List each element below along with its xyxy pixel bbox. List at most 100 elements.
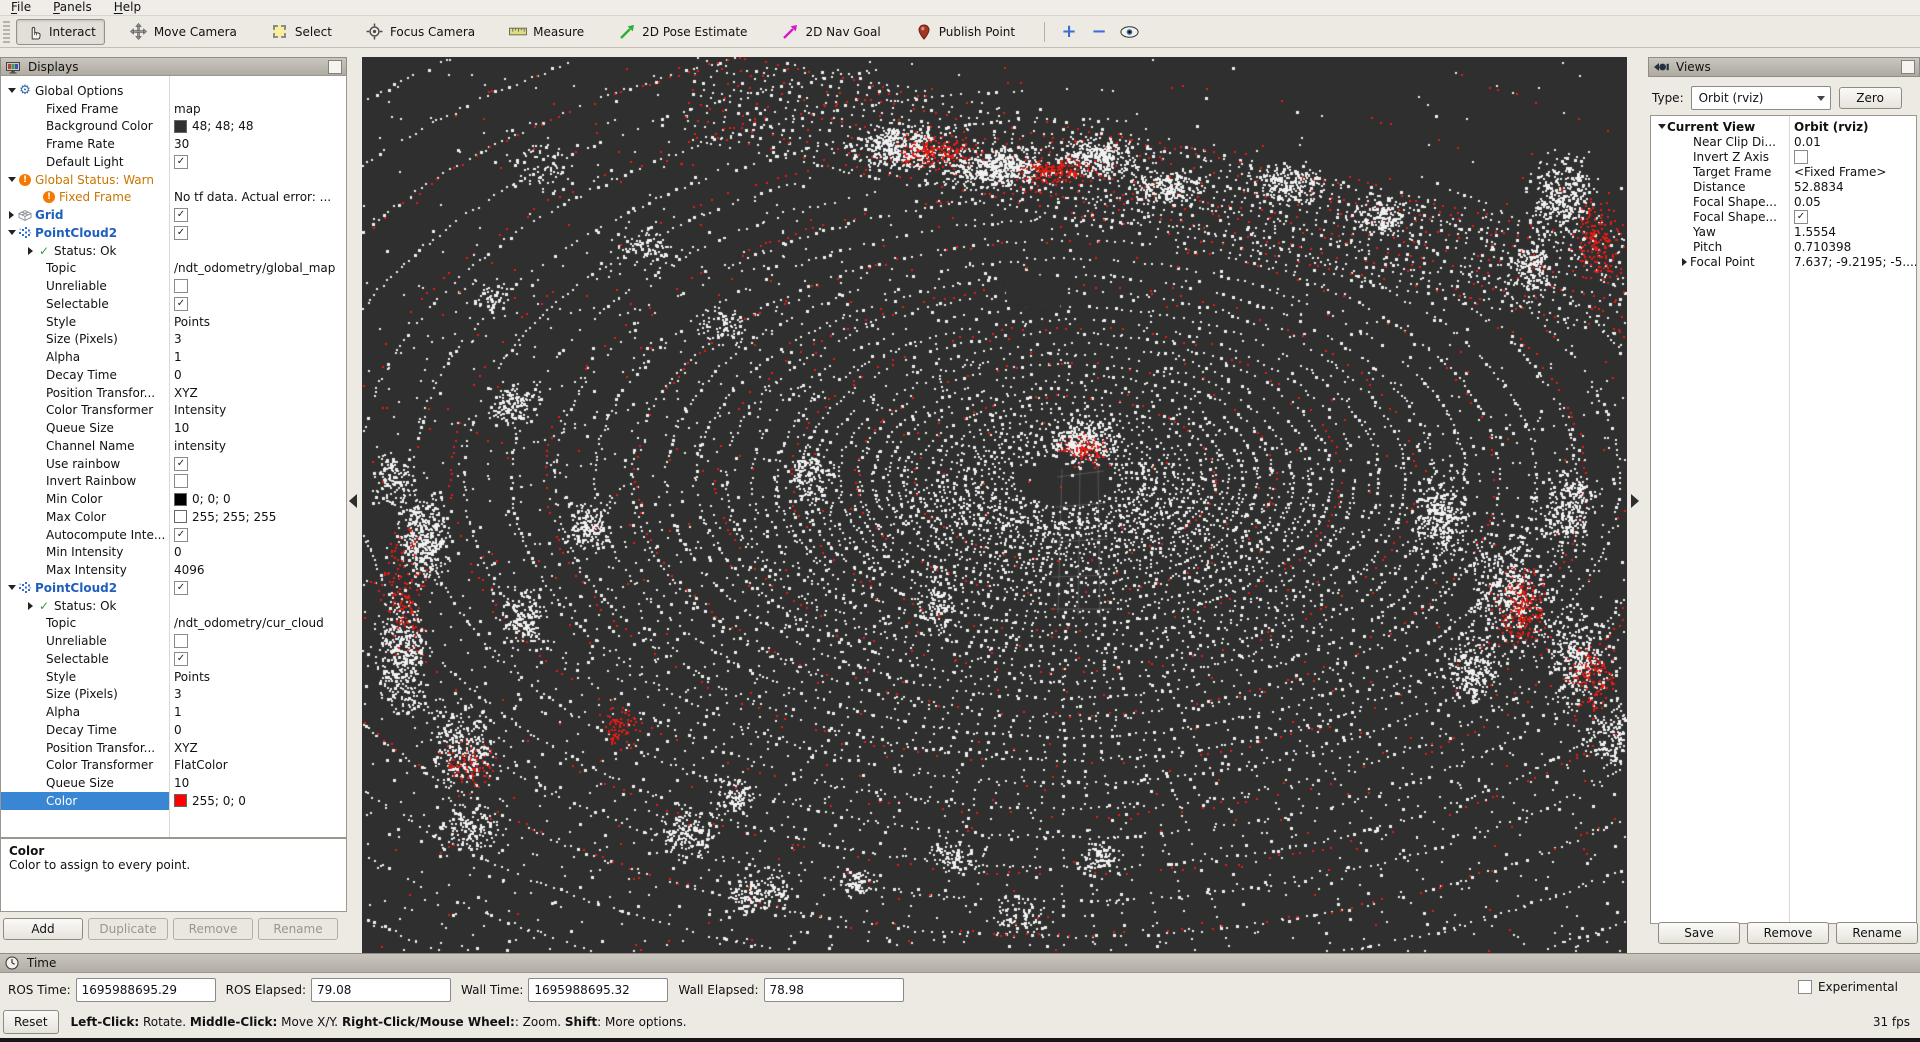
property-value[interactable]: 0.01 — [1789, 134, 1916, 149]
tree-row-position-transfor-[interactable]: Position Transfor...XYZ — [1, 739, 346, 757]
menu-item-panels[interactable]: Panels — [42, 0, 103, 15]
property-value[interactable]: map — [169, 100, 346, 118]
tree-row-unreliable[interactable]: Unreliable — [1, 277, 346, 295]
property-value[interactable]: Points — [169, 668, 346, 686]
property-value[interactable] — [169, 632, 346, 650]
property-value[interactable]: Intensity — [169, 402, 346, 420]
tree-row-invert-rainbow[interactable]: Invert Rainbow — [1, 473, 346, 491]
tree-row-max-color[interactable]: Max Color255; 255; 255 — [1, 508, 346, 526]
property-value[interactable]: 0 — [169, 721, 346, 739]
property-value[interactable]: 0 — [169, 544, 346, 562]
expander-closed-icon[interactable] — [25, 602, 36, 610]
tree-row-autocompute-inte-[interactable]: Autocompute Inte...✓ — [1, 526, 346, 544]
property-value[interactable]: 0; 0; 0 — [169, 490, 346, 508]
expander-open-icon[interactable] — [6, 585, 17, 590]
property-value[interactable]: 1.5554 — [1789, 224, 1916, 239]
checkbox-checked[interactable]: ✓ — [174, 208, 188, 222]
property-value[interactable] — [169, 242, 346, 260]
tree-row-decay-time[interactable]: Decay Time0 — [1, 721, 346, 739]
tree-row-topic[interactable]: Topic/ndt_odometry/global_map — [1, 260, 346, 278]
tree-row-decay-time[interactable]: Decay Time0 — [1, 366, 346, 384]
property-value[interactable]: FlatColor — [169, 757, 346, 775]
menu-item-file[interactable]: File — [0, 0, 42, 15]
property-value[interactable]: 0 — [169, 366, 346, 384]
tree-row-focal-point[interactable]: Focal Point7.637; -9.2195; -5.... — [1651, 254, 1916, 269]
property-value[interactable]: XYZ — [169, 739, 346, 757]
tool-move-camera[interactable]: Move Camera — [121, 19, 246, 45]
remove-button[interactable]: Remove — [1747, 922, 1829, 944]
tool-interact[interactable]: Interact — [16, 19, 105, 45]
save-button[interactable]: Save — [1658, 922, 1740, 944]
tree-row-color[interactable]: Color255; 0; 0 — [1, 792, 346, 810]
tree-row-max-intensity[interactable]: Max Intensity4096 — [1, 561, 346, 579]
checkbox-checked[interactable]: ✓ — [174, 528, 188, 542]
property-value[interactable]: 52.8834 — [1789, 179, 1916, 194]
checkbox-checked[interactable]: ✓ — [174, 652, 188, 666]
menu-item-help[interactable]: Help — [103, 0, 152, 15]
tool-2d-pose-estimate[interactable]: 2D Pose Estimate — [609, 19, 756, 45]
property-value[interactable]: ✓ — [1789, 209, 1916, 224]
tool-publish-point[interactable]: Publish Point — [906, 19, 1024, 45]
time-field-input[interactable]: 78.98 — [764, 978, 904, 1002]
property-value[interactable]: ✓ — [169, 650, 346, 668]
tree-row-position-transfor-[interactable]: Position Transfor...XYZ — [1, 384, 346, 402]
property-value[interactable] — [169, 82, 346, 100]
property-value[interactable]: ✓ — [169, 295, 346, 313]
tree-row-target-frame[interactable]: Target Frame<Fixed Frame> — [1651, 164, 1916, 179]
tree-row-near-clip-di-[interactable]: Near Clip Di...0.01 — [1651, 134, 1916, 149]
property-value[interactable]: 255; 0; 0 — [169, 792, 346, 810]
tree-row-distance[interactable]: Distance52.8834 — [1651, 179, 1916, 194]
time-field-input[interactable]: 79.08 — [311, 978, 451, 1002]
time-field-input[interactable]: 1695988695.32 — [528, 978, 668, 1002]
property-value[interactable]: 48; 48; 48 — [169, 118, 346, 136]
tree-row-pitch[interactable]: Pitch0.710398 — [1651, 239, 1916, 254]
tree-row-status-ok[interactable]: ✓Status: Ok — [1, 242, 346, 260]
checkbox-checked[interactable]: ✓ — [174, 581, 188, 595]
checkbox-unchecked[interactable] — [174, 634, 188, 648]
tree-row-frame-rate[interactable]: Frame Rate30 — [1, 135, 346, 153]
zoom-out-icon[interactable]: − — [1087, 20, 1111, 44]
property-value[interactable]: 7.637; -9.2195; -5.... — [1789, 254, 1916, 269]
property-value[interactable]: /ndt_odometry/cur_cloud — [169, 615, 346, 633]
color-swatch[interactable] — [174, 120, 187, 133]
render-viewport[interactable] — [362, 57, 1627, 953]
checkbox-checked[interactable]: ✓ — [174, 457, 188, 471]
property-value[interactable]: 30 — [169, 135, 346, 153]
property-value[interactable]: Orbit (rviz) — [1789, 119, 1916, 134]
add-button[interactable]: Add — [3, 918, 83, 940]
property-value[interactable]: ✓ — [169, 224, 346, 242]
expander-closed-icon[interactable] — [1679, 258, 1690, 266]
tree-row-channel-name[interactable]: Channel Nameintensity — [1, 437, 346, 455]
tool-focus-camera[interactable]: Focus Camera — [357, 19, 484, 45]
tree-row-fixed-frame[interactable]: Fixed Framemap — [1, 100, 346, 118]
tree-row-queue-size[interactable]: Queue Size10 — [1, 419, 346, 437]
left-splitter-collapse-arrow[interactable] — [349, 494, 357, 508]
tree-row-queue-size[interactable]: Queue Size10 — [1, 774, 346, 792]
checkbox-unchecked[interactable] — [174, 279, 188, 293]
tool-measure[interactable]: Measure — [500, 19, 593, 45]
tree-row-selectable[interactable]: Selectable✓ — [1, 650, 346, 668]
pointcloud-canvas[interactable] — [362, 57, 1627, 953]
tree-row-style[interactable]: StylePoints — [1, 313, 346, 331]
tree-row-min-intensity[interactable]: Min Intensity0 — [1, 544, 346, 562]
views-panel-float-button[interactable] — [1901, 60, 1915, 74]
zoom-in-icon[interactable]: + — [1057, 20, 1081, 44]
tree-row-alpha[interactable]: Alpha1 — [1, 703, 346, 721]
tree-row-color-transformer[interactable]: Color TransformerFlatColor — [1, 757, 346, 775]
property-value[interactable] — [169, 171, 346, 189]
property-value[interactable] — [169, 473, 346, 491]
property-value[interactable] — [169, 277, 346, 295]
reset-button[interactable]: Reset — [3, 1010, 59, 1034]
checkbox-unchecked[interactable] — [174, 474, 188, 488]
tree-row-focal-shape-[interactable]: Focal Shape...✓ — [1651, 209, 1916, 224]
property-value[interactable]: /ndt_odometry/global_map — [169, 260, 346, 278]
property-value[interactable]: 4096 — [169, 561, 346, 579]
tree-row-topic[interactable]: Topic/ndt_odometry/cur_cloud — [1, 615, 346, 633]
tree-row-color-transformer[interactable]: Color TransformerIntensity — [1, 402, 346, 420]
checkbox-unchecked[interactable] — [1794, 150, 1808, 164]
tree-row-default-light[interactable]: Default Light✓ — [1, 153, 346, 171]
tree-row-size-pixels-[interactable]: Size (Pixels)3 — [1, 686, 346, 704]
property-value[interactable]: 0.710398 — [1789, 239, 1916, 254]
tree-row-pointcloud2[interactable]: PointCloud2✓ — [1, 579, 346, 597]
eye-icon[interactable] — [1117, 20, 1141, 44]
